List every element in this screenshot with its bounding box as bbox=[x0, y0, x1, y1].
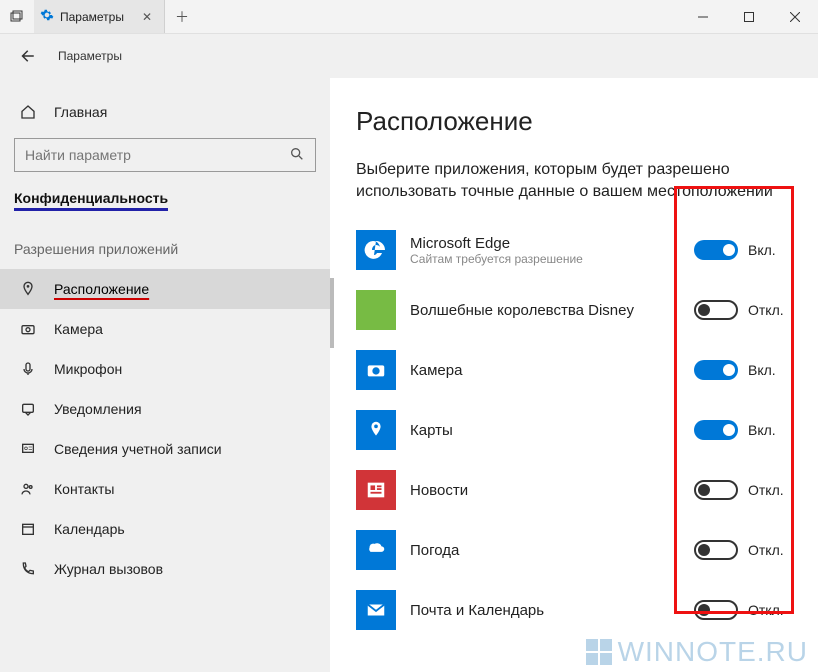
windows-logo-icon bbox=[586, 639, 612, 665]
toggle-status: Откл. bbox=[748, 482, 792, 498]
sidebar-item-call-history[interactable]: Журнал вызовов bbox=[14, 549, 316, 589]
sidebar-item-account-info[interactable]: Сведения учетной записи bbox=[14, 429, 316, 469]
app-row: Карты Вкл. bbox=[356, 400, 792, 460]
app-icon-news bbox=[356, 470, 396, 510]
app-row: Почта и Календарь Откл. bbox=[356, 580, 792, 640]
search-field[interactable] bbox=[25, 147, 289, 163]
account-icon bbox=[18, 441, 38, 457]
close-button[interactable] bbox=[772, 0, 818, 33]
app-row: Microsoft EdgeСайтам требуется разрешени… bbox=[356, 220, 792, 280]
task-view-icon[interactable] bbox=[0, 0, 34, 33]
app-permission-list: Microsoft EdgeСайтам требуется разрешени… bbox=[356, 220, 792, 640]
app-row: Новости Откл. bbox=[356, 460, 792, 520]
sidebar-item-camera[interactable]: Камера bbox=[14, 309, 316, 349]
toggle-status: Вкл. bbox=[748, 422, 792, 438]
sidebar-item-label: Сведения учетной записи bbox=[54, 441, 222, 457]
watermark: WINNOTE.RU bbox=[586, 636, 808, 668]
app-icon-disney bbox=[356, 290, 396, 330]
toggle-weather[interactable] bbox=[694, 540, 738, 560]
toggle-camera[interactable] bbox=[694, 360, 738, 380]
location-icon bbox=[18, 281, 38, 297]
section-description: Выберите приложения, которым будет разре… bbox=[356, 159, 792, 202]
app-name: Погода bbox=[410, 542, 694, 559]
app-text: Погода bbox=[410, 542, 694, 559]
sidebar-item-label: Контакты bbox=[54, 481, 114, 497]
sidebar-item-calendar[interactable]: Календарь bbox=[14, 509, 316, 549]
app-row: Погода Откл. bbox=[356, 520, 792, 580]
contacts-icon bbox=[18, 481, 38, 497]
app-name: Волшебные королевства Disney bbox=[410, 302, 694, 319]
new-tab-button[interactable]: ＋ bbox=[165, 0, 199, 33]
sidebar-item-label: Уведомления bbox=[54, 401, 142, 417]
sidebar-item-microphone[interactable]: Микрофон bbox=[14, 349, 316, 389]
titlebar: Параметры ✕ ＋ bbox=[0, 0, 818, 34]
page-title: Расположение bbox=[356, 106, 792, 137]
toggle-status: Откл. bbox=[748, 542, 792, 558]
sidebar-item-label: Микрофон bbox=[54, 361, 122, 377]
app-text: Новости bbox=[410, 482, 694, 499]
category-label: Конфиденциальность bbox=[14, 190, 168, 211]
call-history-icon bbox=[18, 561, 38, 577]
browser-tab-settings[interactable]: Параметры ✕ bbox=[34, 0, 165, 33]
toggle-mail[interactable] bbox=[694, 600, 738, 620]
header: Параметры bbox=[0, 34, 818, 78]
app-text: Карты bbox=[410, 422, 694, 439]
toggle-edge[interactable] bbox=[694, 240, 738, 260]
search-icon bbox=[289, 146, 305, 165]
app-text: Microsoft EdgeСайтам требуется разрешени… bbox=[410, 235, 694, 266]
toggle-disney[interactable] bbox=[694, 300, 738, 320]
app-name: Microsoft Edge bbox=[410, 235, 694, 252]
app-name: Почта и Календарь bbox=[410, 602, 694, 619]
sidebar-item-contacts[interactable]: Контакты bbox=[14, 469, 316, 509]
sidebar-item-notifications[interactable]: Уведомления bbox=[14, 389, 316, 429]
app-icon-maps bbox=[356, 410, 396, 450]
back-button[interactable] bbox=[12, 41, 42, 71]
app-row: Камера Вкл. bbox=[356, 340, 792, 400]
camera-icon bbox=[18, 321, 38, 337]
watermark-text: WINNOTE.RU bbox=[618, 636, 808, 668]
home-icon bbox=[18, 104, 38, 120]
toggle-status: Откл. bbox=[748, 602, 792, 618]
sidebar-item-label: Расположение bbox=[54, 281, 149, 297]
app-name: Камера bbox=[410, 362, 694, 379]
search-input[interactable] bbox=[14, 138, 316, 172]
toggle-news[interactable] bbox=[694, 480, 738, 500]
minimize-button[interactable] bbox=[680, 0, 726, 33]
app-icon-edge bbox=[356, 230, 396, 270]
app-name: Новости bbox=[410, 482, 694, 499]
sidebar-item-location[interactable]: Расположение bbox=[0, 269, 330, 309]
app-icon-camera bbox=[356, 350, 396, 390]
app-title: Параметры bbox=[58, 49, 122, 63]
app-row: Волшебные королевства Disney Откл. bbox=[356, 280, 792, 340]
tab-close-icon[interactable]: ✕ bbox=[138, 10, 156, 24]
sidebar-item-label: Календарь bbox=[54, 521, 125, 537]
sidebar: Главная Конфиденциальность Разрешения пр… bbox=[0, 78, 330, 672]
app-text: Почта и Календарь bbox=[410, 602, 694, 619]
app-icon-weather bbox=[356, 530, 396, 570]
nav-home[interactable]: Главная bbox=[14, 92, 316, 132]
app-name: Карты bbox=[410, 422, 694, 439]
notifications-icon bbox=[18, 401, 38, 417]
scrollbar-thumb[interactable] bbox=[330, 278, 334, 348]
sidebar-item-label: Журнал вызовов bbox=[54, 561, 163, 577]
nav-home-label: Главная bbox=[54, 104, 107, 120]
app-icon-mail bbox=[356, 590, 396, 630]
app-text: Волшебные королевства Disney bbox=[410, 302, 694, 319]
toggle-maps[interactable] bbox=[694, 420, 738, 440]
calendar-icon bbox=[18, 521, 38, 537]
app-text: Камера bbox=[410, 362, 694, 379]
category-header: Конфиденциальность bbox=[14, 190, 316, 211]
toggle-status: Откл. bbox=[748, 302, 792, 318]
tab-label: Параметры bbox=[60, 10, 124, 24]
app-subtext: Сайтам требуется разрешение bbox=[410, 252, 694, 266]
toggle-status: Вкл. bbox=[748, 362, 792, 378]
sidebar-item-label: Камера bbox=[54, 321, 103, 337]
maximize-button[interactable] bbox=[726, 0, 772, 33]
toggle-status: Вкл. bbox=[748, 242, 792, 258]
microphone-icon bbox=[18, 361, 38, 377]
gear-icon bbox=[40, 8, 54, 25]
group-label: Разрешения приложений bbox=[14, 241, 316, 257]
main-panel: Расположение Выберите приложения, которы… bbox=[330, 78, 818, 672]
